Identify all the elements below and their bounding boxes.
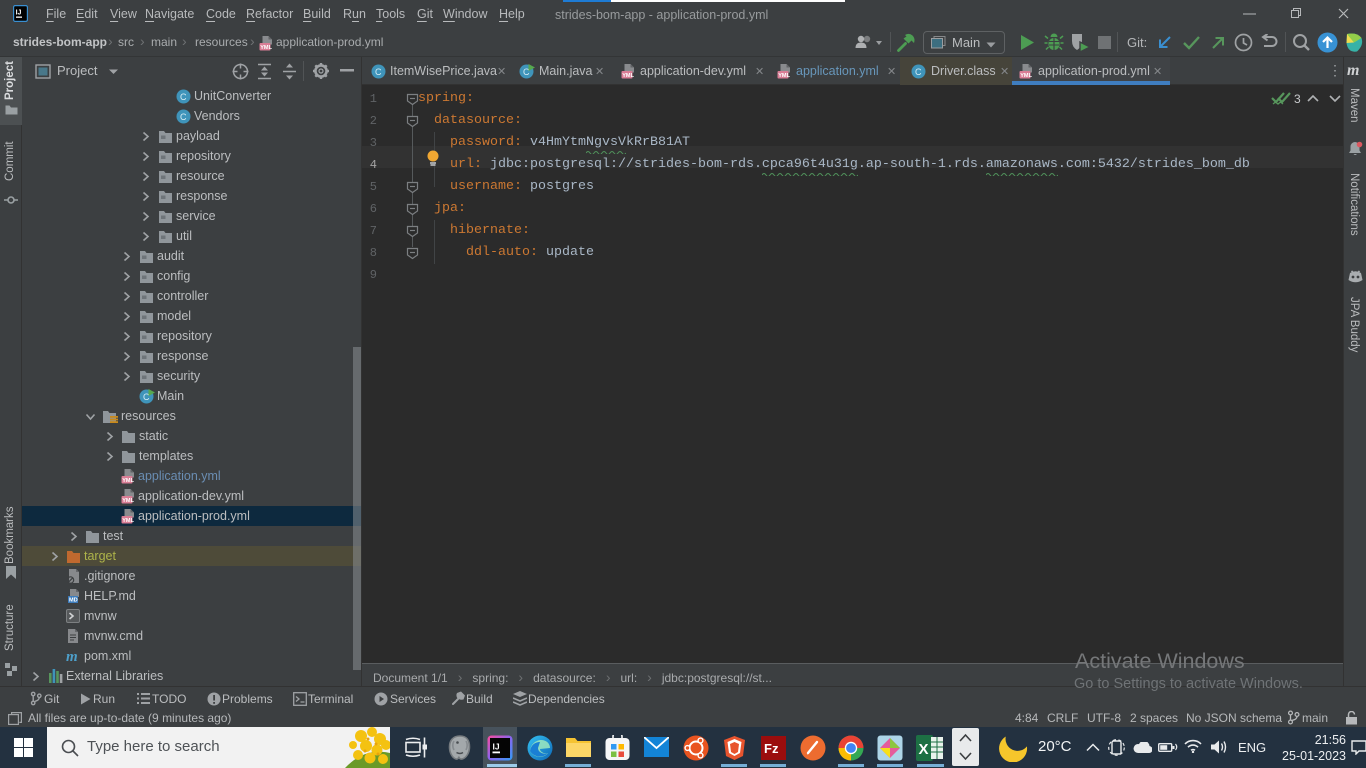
svg-text:YML: YML	[622, 73, 634, 79]
svg-text:YML: YML	[260, 45, 272, 51]
svg-text:YML: YML	[122, 518, 134, 524]
svg-text:YML: YML	[122, 498, 134, 504]
svg-text:IJ: IJ	[16, 10, 22, 17]
svg-text:m: m	[66, 649, 78, 664]
svg-text:C: C	[180, 92, 187, 102]
svg-text:YML: YML	[122, 478, 134, 484]
svg-text:IJ: IJ	[493, 742, 500, 752]
svg-text:YML: YML	[778, 73, 790, 79]
svg-text:3: 3	[1294, 92, 1301, 106]
svg-text:C: C	[375, 67, 382, 77]
svg-text:C: C	[915, 67, 922, 77]
svg-text:C: C	[180, 112, 187, 122]
svg-text:Fz: Fz	[764, 741, 779, 756]
svg-text:MD: MD	[69, 598, 78, 604]
svg-text:X: X	[919, 741, 929, 758]
svg-text:YML: YML	[1020, 73, 1032, 79]
